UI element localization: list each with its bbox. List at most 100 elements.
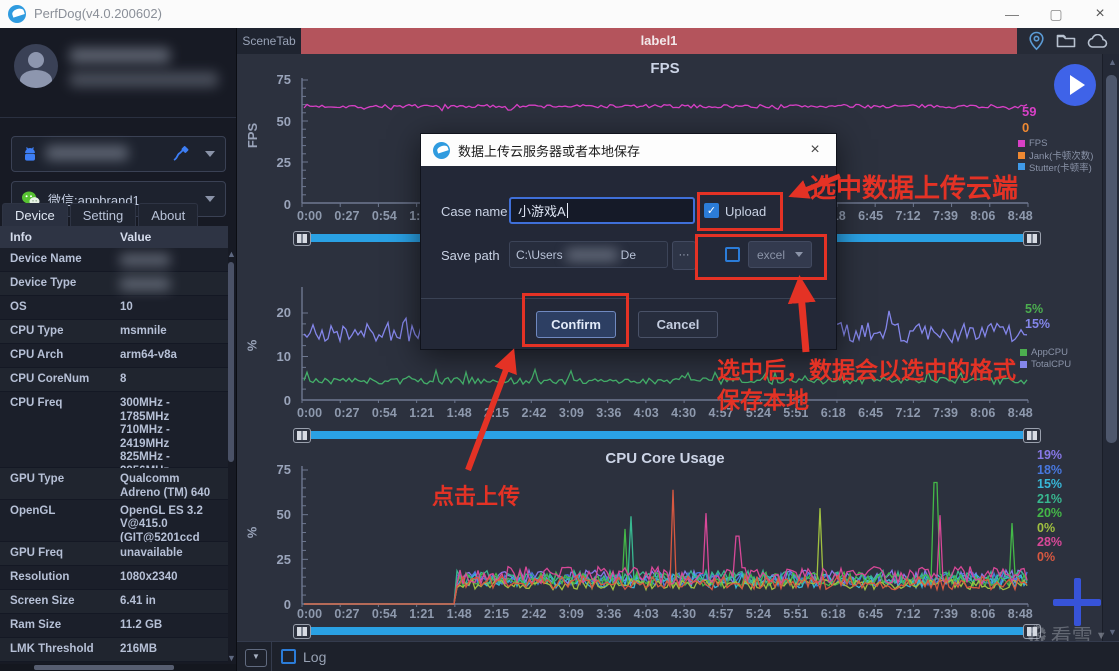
fps-current-values: 59 0 (1022, 104, 1036, 136)
plus-icon[interactable] (1074, 578, 1081, 626)
current-value: 0% (1037, 520, 1056, 535)
sidebar-hscroll-thumb[interactable] (34, 665, 174, 670)
y-tick: 75 (276, 72, 291, 87)
table-scrollbar[interactable]: ▲ ▼ (227, 250, 236, 663)
x-tick: 5:24 (745, 607, 771, 621)
device-select[interactable] (11, 136, 226, 172)
info-label: GPU Type (10, 473, 65, 486)
y-tick: 0 (283, 393, 291, 408)
case-name-label: Case name (441, 204, 508, 219)
x-tick: 8:48 (1007, 209, 1033, 223)
info-value: 1080x2340 (120, 571, 178, 584)
main-vscrollbar[interactable]: ▲ ▼ (1102, 54, 1119, 641)
save-path-label: Save path (441, 248, 500, 263)
current-value: 5% (1025, 302, 1044, 316)
info-label: GPU Freq (10, 547, 64, 560)
expand-panel-button[interactable]: ▼ (245, 649, 267, 667)
browse-button[interactable]: ··· (672, 241, 696, 270)
y-tick: 75 (276, 462, 291, 477)
legend-item: AppCPU (1020, 347, 1071, 359)
legend-swatch (1020, 360, 1027, 368)
core-y-ticks: 75 50 25 0 (255, 462, 291, 612)
info-value: unavailable (120, 547, 183, 560)
close-button[interactable]: × (1085, 4, 1115, 24)
case-name-input[interactable]: 小游戏A (509, 197, 695, 224)
x-tick: 8:48 (1007, 406, 1033, 420)
info-row: CPU Arch arm64-v8a (0, 344, 228, 368)
sidebar: 微信:appbrand1 Device Setting About Info Val… (0, 28, 237, 671)
cpu-range-scrollbar[interactable] (293, 427, 1041, 443)
annotation-upload-note: 选中数据上传云端 (810, 173, 1019, 203)
fps-legend: FPS Jank(卡顿次数) Stutter(卡顿率) (1018, 138, 1093, 174)
perfdog-logo-icon (433, 141, 450, 159)
scroll-up-icon[interactable]: ▲ (227, 250, 236, 259)
x-tick: 7:39 (932, 209, 958, 223)
user-subtitle-redacted (70, 72, 218, 87)
fps-y-ticks: 75 50 25 0 (255, 72, 291, 212)
range-grip-left[interactable] (293, 623, 311, 639)
sidebar-tabs: Device Setting About (2, 203, 199, 227)
range-bar[interactable] (311, 431, 1023, 439)
info-row: Device Name (0, 248, 228, 272)
username-redacted (70, 48, 170, 63)
y-tick: 25 (276, 155, 291, 171)
x-tick: 6:18 (820, 607, 846, 621)
x-tick: 2:15 (484, 607, 510, 621)
cloud-icon[interactable] (1087, 33, 1109, 49)
info-row: OS 10 (0, 296, 228, 320)
info-label: LMK Threshold (10, 643, 94, 656)
cancel-button[interactable]: Cancel (638, 311, 718, 338)
cpu-current-values: 5% 15% (1025, 302, 1050, 332)
info-value (110, 248, 228, 270)
scroll-down-icon[interactable]: ▼ (1108, 628, 1117, 637)
map-pin-icon[interactable] (1028, 31, 1045, 51)
dialog-close-button[interactable]: × (804, 139, 826, 161)
value-col-header: Value (120, 230, 152, 244)
maximize-button[interactable]: ▢ (1041, 4, 1071, 24)
scroll-down-icon[interactable]: ▼ (227, 654, 236, 663)
core-range-scrollbar[interactable] (293, 623, 1041, 639)
range-bar[interactable] (311, 627, 1023, 635)
perfdog-logo-icon (8, 5, 26, 23)
x-tick: 6:45 (858, 209, 884, 223)
x-tick: 4:30 (671, 607, 697, 621)
sidebar-tab-device[interactable]: Device (2, 203, 68, 227)
x-tick: 4:03 (633, 406, 659, 420)
info-value: 6.41 in (120, 595, 156, 608)
save-path-input[interactable]: C:\Users De (509, 241, 668, 268)
watermark-caret-icon: ▼ (1095, 629, 1107, 642)
scroll-up-icon[interactable]: ▲ (1108, 58, 1117, 67)
info-value: 11.2 GB (120, 619, 163, 632)
sidebar-hscrollbar[interactable] (0, 664, 236, 671)
range-grip-left[interactable] (293, 230, 311, 246)
x-tick: 3:09 (558, 607, 584, 621)
info-row: CPU Type msmnile (0, 320, 228, 344)
dialog-title: 数据上传云服务器或者本地保存 (458, 143, 641, 159)
main-vscroll-thumb[interactable] (1106, 75, 1117, 443)
sidebar-tab-setting[interactable]: Setting (69, 203, 137, 227)
x-tick: 1:21 (409, 406, 435, 420)
range-grip-left[interactable] (293, 427, 311, 443)
current-value: 59 (1022, 104, 1037, 119)
range-grip-right[interactable] (1023, 427, 1041, 443)
range-grip-right[interactable] (1023, 230, 1041, 246)
y-tick: 0 (283, 196, 291, 212)
user-avatar[interactable] (14, 44, 58, 88)
scene-tab-bar: SceneTab label1 (237, 28, 1119, 54)
info-label: CPU CoreNum (10, 373, 90, 385)
y-tick: 50 (276, 113, 291, 129)
log-checkbox[interactable] (281, 649, 296, 664)
log-label: Log (303, 649, 327, 665)
minimize-button[interactable]: — (997, 4, 1027, 24)
table-scroll-thumb[interactable] (228, 262, 234, 462)
x-tick: 7:12 (895, 607, 921, 621)
annotation-format-note-1: 选中后，数据会以选中的格式 (717, 357, 1016, 383)
scene-tab[interactable]: SceneTab (237, 28, 301, 54)
folder-icon[interactable] (1056, 33, 1076, 49)
legend-label: TotalCPU (1031, 358, 1072, 370)
usb-cable-icon (173, 146, 189, 161)
play-button[interactable] (1054, 64, 1096, 106)
info-row: Ram Size 11.2 GB (0, 614, 228, 639)
sidebar-tab-about[interactable]: About (138, 203, 199, 227)
scene-label-bar[interactable]: label1 (301, 28, 1017, 54)
